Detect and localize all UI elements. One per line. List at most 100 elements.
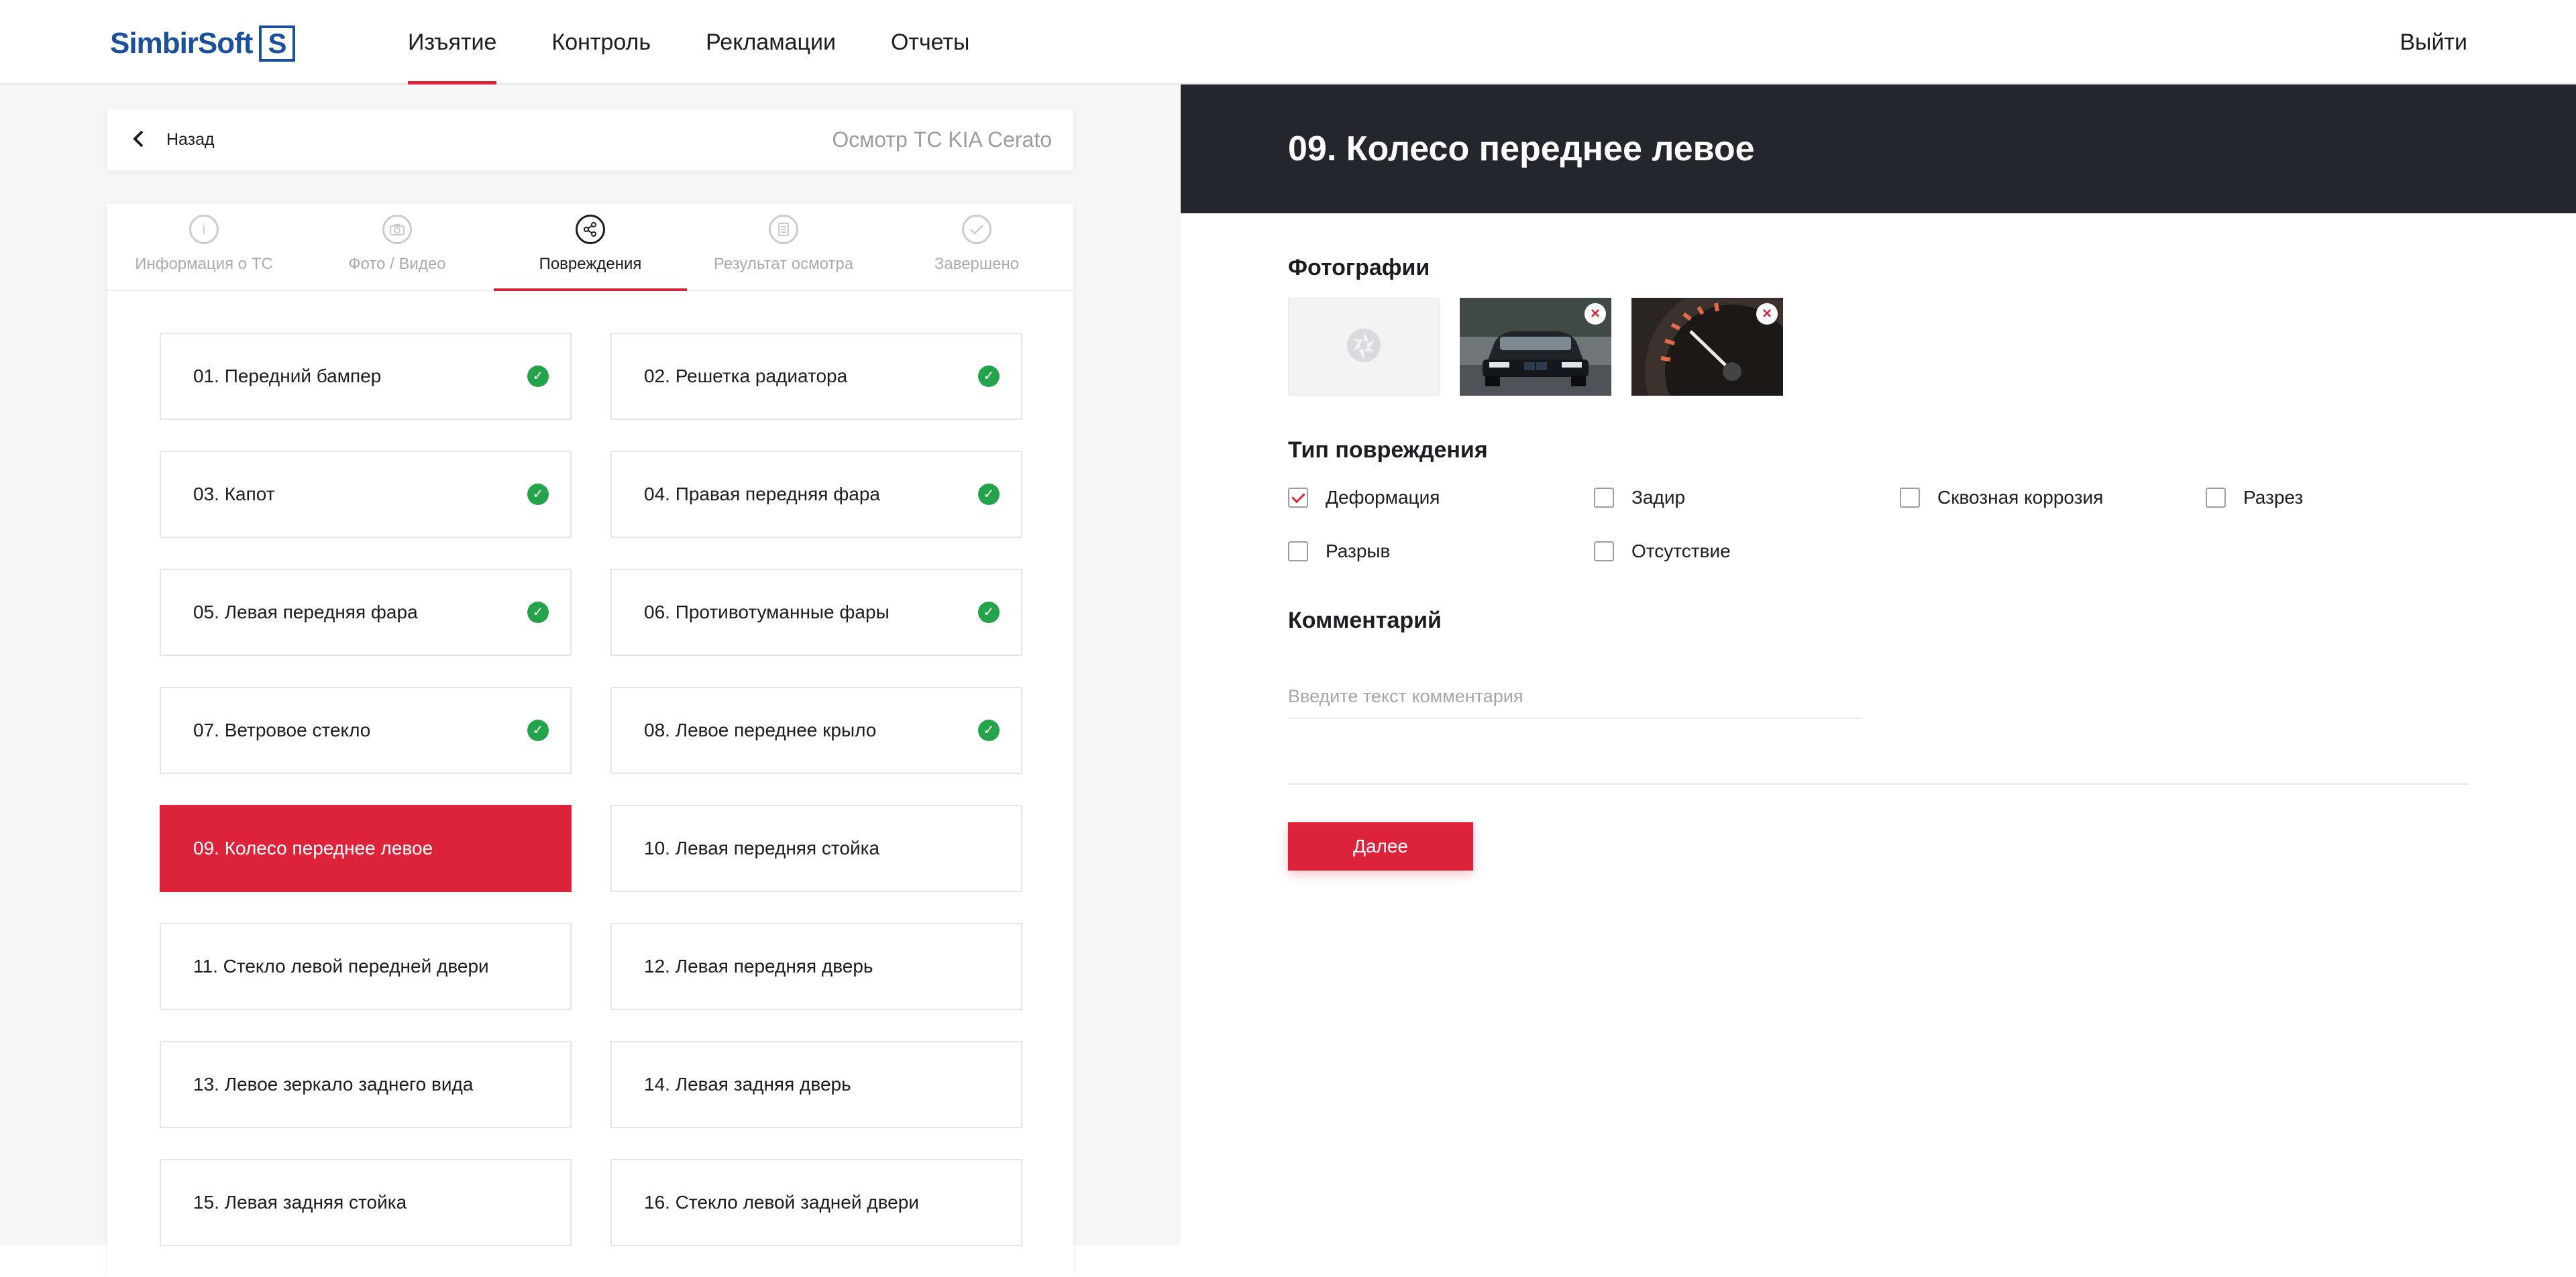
- inspection-title: Осмотр ТС KIA Cerato: [832, 127, 1052, 152]
- damage-option-label: Отсутствие: [1631, 541, 1731, 561]
- part-label: 15. Левая задняя стойка: [193, 1192, 407, 1213]
- part-item-12[interactable]: 12. Левая передняя дверь: [610, 923, 1022, 1010]
- part-label: 09. Колесо переднее левое: [193, 838, 433, 858]
- part-label: 12. Левая передняя дверь: [644, 956, 873, 977]
- detail-pane: 09. Колесо переднее левое Фотографии × ×…: [1181, 85, 2576, 1245]
- part-item-06[interactable]: 06. Противотуманные фары ✓: [610, 569, 1022, 656]
- nav-item-izyatie[interactable]: Изъятие: [408, 0, 497, 86]
- nav-item-reklamacii[interactable]: Рекламации: [706, 0, 836, 85]
- step-damage[interactable]: Повреждения: [494, 204, 687, 291]
- detail-header: 09. Колесо переднее левое: [1181, 85, 2576, 213]
- main-nav: Изъятие Контроль Рекламации Отчеты: [408, 0, 1024, 86]
- part-item-16[interactable]: 16. Стекло левой задней двери: [610, 1159, 1022, 1246]
- damage-option-label: Разрыв: [1326, 541, 1391, 561]
- comment-input[interactable]: [1288, 675, 1861, 719]
- nav-item-kontrol[interactable]: Контроль: [551, 0, 651, 85]
- damage-type-options: Деформация Задир Сквозная коррозия Разре…: [1288, 487, 2509, 581]
- damage-option-label: Задир: [1631, 487, 1686, 508]
- detail-title: 09. Колесо переднее левое: [1288, 129, 1755, 168]
- part-label: 04. Правая передняя фара: [644, 484, 880, 504]
- back-button[interactable]: Назад: [131, 109, 215, 170]
- part-item-05[interactable]: 05. Левая передняя фара ✓: [160, 569, 572, 656]
- part-label: 11. Стекло левой передней двери: [193, 956, 489, 977]
- check-circle-icon: ✓: [978, 484, 1000, 505]
- part-item-04[interactable]: 04. Правая передняя фара ✓: [610, 451, 1022, 538]
- step-info[interactable]: i Информация о ТС: [107, 204, 301, 290]
- part-item-11[interactable]: 11. Стекло левой передней двери: [160, 923, 572, 1010]
- damage-option-missing[interactable]: Отсутствие: [1594, 541, 1731, 562]
- photo-thumbnail-speedometer[interactable]: ×: [1631, 284, 1819, 459]
- part-item-10[interactable]: 10. Левая передняя стойка: [610, 805, 1022, 892]
- check-circle-icon: ✓: [527, 484, 549, 505]
- steps-bar: i Информация о ТС Фото / Видео Поврежден…: [107, 204, 1073, 291]
- photos-heading: Фотографии: [1288, 255, 1430, 280]
- checkbox[interactable]: [1594, 541, 1614, 561]
- document-icon: [769, 215, 798, 244]
- next-button[interactable]: Далее: [1288, 822, 1473, 871]
- part-item-13[interactable]: 13. Левое зеркало заднего вида: [160, 1041, 572, 1128]
- checkbox[interactable]: [1288, 541, 1308, 561]
- part-label: 14. Левая задняя дверь: [644, 1074, 851, 1095]
- part-item-03[interactable]: 03. Капот ✓: [160, 451, 572, 538]
- part-label: 07. Ветровое стекло: [193, 720, 371, 740]
- part-label: 02. Решетка радиатора: [644, 366, 848, 386]
- add-photo-button[interactable]: [1288, 298, 1440, 396]
- damage-option-label: Деформация: [1326, 487, 1440, 508]
- part-item-08[interactable]: 08. Левое переднее крыло ✓: [610, 687, 1022, 774]
- aperture-icon: [1346, 328, 1381, 366]
- back-card: Назад Осмотр ТС KIA Cerato: [107, 109, 1073, 170]
- part-label: 01. Передний бампер: [193, 366, 382, 386]
- part-item-02[interactable]: 02. Решетка радиатора ✓: [610, 333, 1022, 420]
- step-label: Фото / Видео: [348, 255, 446, 273]
- photo-thumbnail-car[interactable]: ×: [1460, 298, 1611, 396]
- part-item-01[interactable]: 01. Передний бампер ✓: [160, 333, 572, 420]
- damage-option-deformation[interactable]: Деформация: [1288, 487, 1440, 508]
- comment-heading: Комментарий: [1288, 608, 1442, 633]
- checkbox[interactable]: [2206, 488, 2226, 508]
- photos-row: × ×: [1288, 284, 1819, 459]
- divider: [1288, 783, 2469, 785]
- check-circle-icon: ✓: [978, 602, 1000, 623]
- damage-option-corrosion[interactable]: Сквозная коррозия: [1900, 487, 2103, 508]
- part-item-14[interactable]: 14. Левая задняя дверь: [610, 1041, 1022, 1128]
- check-circle-icon: ✓: [978, 366, 1000, 387]
- chevron-left-icon: [131, 126, 146, 153]
- part-item-07[interactable]: 07. Ветровое стекло ✓: [160, 687, 572, 774]
- back-label: Назад: [166, 129, 215, 149]
- part-label: 16. Стекло левой задней двери: [644, 1192, 919, 1213]
- part-label: 05. Левая передняя фара: [193, 602, 418, 622]
- share-icon: [576, 215, 605, 244]
- damage-option-cut[interactable]: Разрез: [2206, 487, 2303, 508]
- nav-item-otchety[interactable]: Отчеты: [891, 0, 970, 85]
- step-done[interactable]: Завершено: [880, 204, 1073, 290]
- damage-option-label: Сквозная коррозия: [1937, 487, 2104, 508]
- checkbox[interactable]: [1594, 488, 1614, 508]
- logout-link[interactable]: Выйти: [2400, 0, 2467, 85]
- checkbox-checked[interactable]: [1288, 488, 1308, 508]
- step-photo-video[interactable]: Фото / Видео: [301, 204, 494, 290]
- part-item-15[interactable]: 15. Левая задняя стойка: [160, 1159, 572, 1246]
- damage-option-scuff[interactable]: Задир: [1594, 487, 1685, 508]
- logo-text: SimbirSoft: [110, 27, 253, 60]
- part-label: 13. Левое зеркало заднего вида: [193, 1074, 474, 1095]
- step-label: Завершено: [934, 255, 1020, 273]
- damage-option-label: Разрез: [2243, 487, 2304, 508]
- left-pane: Назад Осмотр ТС KIA Cerato i Информация …: [0, 85, 1181, 1277]
- top-bar: SimbirSoft S Изъятие Контроль Рекламации…: [0, 0, 2576, 86]
- remove-photo-icon[interactable]: ×: [1756, 303, 1778, 325]
- logo[interactable]: SimbirSoft S: [110, 24, 296, 63]
- part-item-09[interactable]: 09. Колесо переднее левое: [160, 805, 572, 892]
- step-label: Повреждения: [539, 255, 642, 273]
- part-label: 10. Левая передняя стойка: [644, 838, 880, 858]
- check-circle-icon: ✓: [978, 720, 1000, 741]
- damage-option-tear[interactable]: Разрыв: [1288, 541, 1390, 562]
- check-circle-icon: ✓: [527, 366, 549, 387]
- part-label: 08. Левое переднее крыло: [644, 720, 877, 740]
- camera-icon: [382, 215, 412, 244]
- checkbox[interactable]: [1900, 488, 1920, 508]
- remove-photo-icon[interactable]: ×: [1585, 303, 1606, 325]
- speedometer-photo-icon: [1631, 284, 1819, 459]
- step-result[interactable]: Результат осмотра: [687, 204, 880, 290]
- step-label: Результат осмотра: [713, 255, 854, 273]
- inspection-card: i Информация о ТС Фото / Видео Поврежден…: [107, 204, 1073, 1277]
